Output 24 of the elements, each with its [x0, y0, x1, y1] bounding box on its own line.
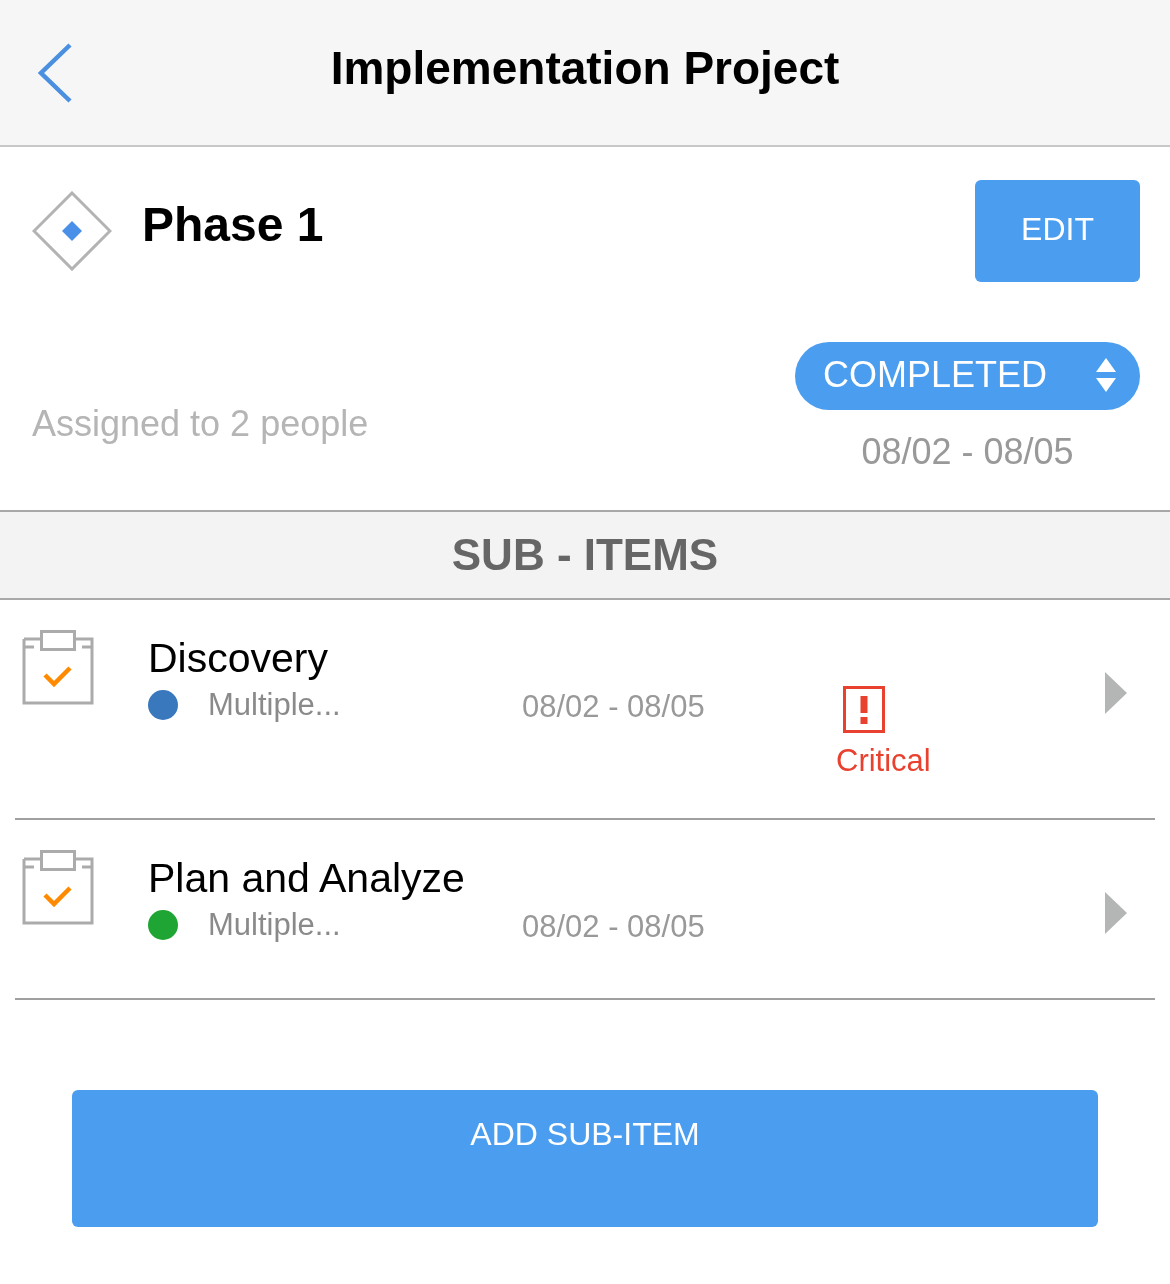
page-title: Implementation Project — [330, 40, 840, 95]
clipboard-check-icon — [22, 630, 94, 705]
milestone-diamond-icon — [32, 191, 112, 271]
chevron-right-icon[interactable] — [1105, 892, 1127, 934]
add-sub-item-button[interactable]: ADD SUB-ITEM — [72, 1090, 1098, 1227]
date-range: 08/02 - 08/05 — [861, 431, 1074, 473]
status-select[interactable]: COMPLETED — [795, 342, 1140, 410]
assigned-text: Assigned to 2 people — [32, 402, 369, 445]
assignee-text: Multiple... — [208, 906, 341, 944]
back-chevron-icon — [36, 41, 74, 104]
edit-button[interactable]: EDIT — [975, 180, 1140, 282]
back-button[interactable] — [36, 41, 74, 104]
chevron-right-icon[interactable] — [1105, 672, 1127, 714]
phase-title: Phase 1 — [142, 196, 324, 252]
sub-item-title: Discovery — [148, 635, 328, 681]
exclamation-icon — [843, 686, 885, 733]
section-title: SUB - ITEMS — [451, 530, 719, 580]
priority-label: Critical — [836, 742, 931, 780]
date-range: 08/02 - 08/05 — [522, 688, 705, 726]
up-down-icon — [1096, 358, 1116, 392]
assignee-text: Multiple... — [208, 686, 341, 724]
date-range: 08/02 - 08/05 — [522, 908, 705, 946]
sub-item-title: Plan and Analyze — [148, 855, 465, 901]
clipboard-check-icon — [22, 850, 94, 925]
